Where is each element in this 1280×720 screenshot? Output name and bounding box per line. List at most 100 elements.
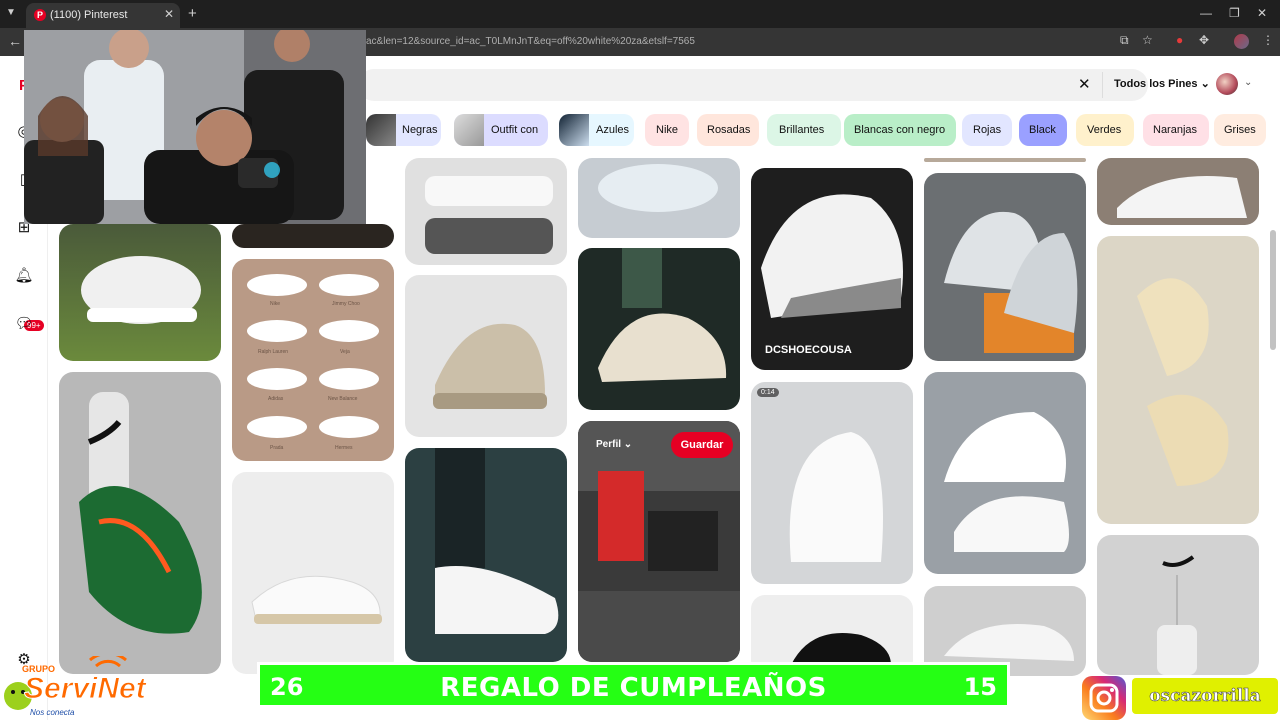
new-tab-button[interactable]: + [188,5,197,22]
chip-naranjas[interactable]: Naranjas [1143,114,1209,146]
pin-white-af1-on-foot[interactable] [405,448,567,662]
pin-white-sneaker-grass[interactable] [59,224,221,361]
chip-blancas-con-negro[interactable]: Blancas con negro [844,114,956,146]
banner-fill: 26 REGALO DE CUMPLEAÑOS 15 [260,665,1007,705]
streamer-webcam-overlay [24,30,366,224]
pin-video-shoebox[interactable]: Perfil ⌄ Guardar [578,421,740,662]
stream-banner: 26 REGALO DE CUMPLEAÑOS 15 [257,662,1010,708]
pin-white-running-shoe[interactable] [232,472,394,674]
shoe-name-label: Hermes [335,445,353,451]
minimize-icon[interactable]: — [1200,6,1212,20]
sneaker-image [1117,176,1247,218]
sneaker-image [944,211,1078,353]
instagram-icon [1082,676,1126,720]
chip-label: Verdes [1087,124,1122,136]
shoe-name-label: Ralph Lauren [258,349,289,355]
profile-avatar[interactable] [1216,73,1238,95]
dc-brand-label: DCSHOECOUSA [765,344,852,356]
chip-label: Rosadas [707,124,751,136]
maximize-icon[interactable]: ❐ [1229,6,1240,20]
banner-title: REGALO DE CUMPLEAÑOS [440,673,827,703]
messages-icon[interactable]: 💬︎ [14,314,34,334]
pin-white-nike-top[interactable] [1097,158,1259,225]
chip-negras[interactable]: Negras [366,114,441,146]
pin-green-dunk-sneaker[interactable] [59,372,221,674]
chip-label: Blancas con negro [854,124,946,136]
pin-jordan-4-sail[interactable] [578,248,740,410]
pin-dc-shoe[interactable]: DCSHOECOUSA [751,168,913,370]
pin-filter-label: Todos los Pines [1114,78,1198,90]
pin-profile-dropdown[interactable]: Perfil ⌄ [596,439,632,450]
chip-black[interactable]: Black [1019,114,1067,146]
banner-right-number: 15 [963,673,997,701]
servinet-sponsor-logo: GRUPO ServiNet Nos conecta [0,652,164,720]
shoe-name-label: Veja [340,349,350,355]
pin-light-blue-sneaker[interactable] [578,158,740,238]
shoe-name-label: New Balance [328,396,358,402]
tab-close-icon[interactable]: ✕ [164,7,174,21]
close-window-icon[interactable]: ✕ [1257,6,1267,20]
sneaker-image [944,412,1069,552]
chip-azules[interactable]: Azules [559,114,634,146]
back-button[interactable]: ← [8,33,22,49]
pin-profile-label: Perfil [596,439,622,450]
pin-dark-top[interactable] [232,224,394,248]
chip-label: Rojas [973,124,1002,136]
chip-rojas[interactable]: Rojas [962,114,1012,146]
pin-gray-chunky-sneakers[interactable] [924,173,1086,361]
pin-jordan-4-cream[interactable] [1097,236,1259,524]
sponsor-tagline: Nos conecta [30,708,75,717]
pin-filter-dropdown[interactable]: Todos los Pines ⌄ [1114,77,1210,90]
save-button[interactable]: Guardar [671,432,733,458]
sneaker-image [425,176,553,254]
chip-outfit-con[interactable]: Outfit con [454,114,548,146]
tab-title: (1100) Pinterest [50,9,128,21]
pin-white-sneaker-grid[interactable]: Nike Jimmy Choo Ralph Lauren Veja Adidas… [232,259,394,461]
page-scrollbar[interactable] [1270,230,1276,350]
shoe-name-label: Jimmy Choo [332,301,360,307]
chip-brillantes[interactable]: Brillantes [767,114,841,146]
chip-label: Outfit con [491,124,539,136]
browser-profile-avatar[interactable] [1234,34,1249,49]
sneaker-image [79,392,202,634]
header-divider [1102,72,1103,98]
pinterest-favicon-icon: P [34,9,46,21]
cast-icon[interactable]: ⧉ [1120,33,1129,48]
sneaker-image [598,248,727,382]
sponsor-name: ServiNet [24,672,147,706]
chip-nike[interactable]: Nike [645,114,689,146]
chip-label: Brillantes [779,124,825,136]
sneaker-image [1137,278,1229,486]
clear-search-icon[interactable]: ✕ [1078,75,1091,93]
browser-tab-bar: ▼ P (1100) Pinterest ✕ + — ❐ ✕ [0,0,1280,28]
chevron-down-icon: ⌄ [1200,78,1210,90]
chip-label: Nike [656,124,679,136]
extension-red-icon[interactable]: ● [1176,33,1183,47]
chip-label: Azules [596,124,630,136]
pin-white-af1-pair[interactable] [924,372,1086,574]
video-duration-badge: 0:14 [757,388,779,397]
chip-grises[interactable]: Grises [1214,114,1266,146]
chip-label: Grises [1224,124,1256,136]
browser-tab[interactable]: P (1100) Pinterest ✕ [26,3,180,28]
pin-white-sneaker-reflection[interactable] [405,158,567,265]
webcam-video-feed [24,30,366,224]
search-input[interactable] [358,69,1148,101]
browser-menu-icon[interactable]: ⋮ [1262,33,1274,47]
chip-label: Naranjas [1153,124,1198,136]
notifications-bell-icon[interactable]: 🔔︎ [14,266,34,286]
account-chevron-down-icon[interactable]: ⌄ [1244,77,1252,88]
tab-list-chevron-icon[interactable]: ▼ [6,7,16,18]
instagram-handle: oscazorrilla [1132,678,1278,714]
pin-nike-hanging-sneaker[interactable] [1097,535,1259,675]
extensions-puzzle-icon[interactable]: ✥ [1199,33,1209,47]
pin-beige-chunky-sneakers[interactable] [405,275,567,437]
sneaker-image [1157,555,1197,675]
sneaker-image [598,164,718,212]
pin-top-partial[interactable] [924,158,1086,162]
address-bar-url[interactable]: ac&len=12&source_id=ac_T0LMnJnT&eq=off%2… [366,36,695,47]
pin-white-af1-video[interactable]: 0:14 [751,382,913,584]
chip-verdes[interactable]: Verdes [1076,114,1134,146]
chip-rosadas[interactable]: Rosadas [697,114,759,146]
bookmark-star-icon[interactable]: ☆ [1142,33,1153,47]
